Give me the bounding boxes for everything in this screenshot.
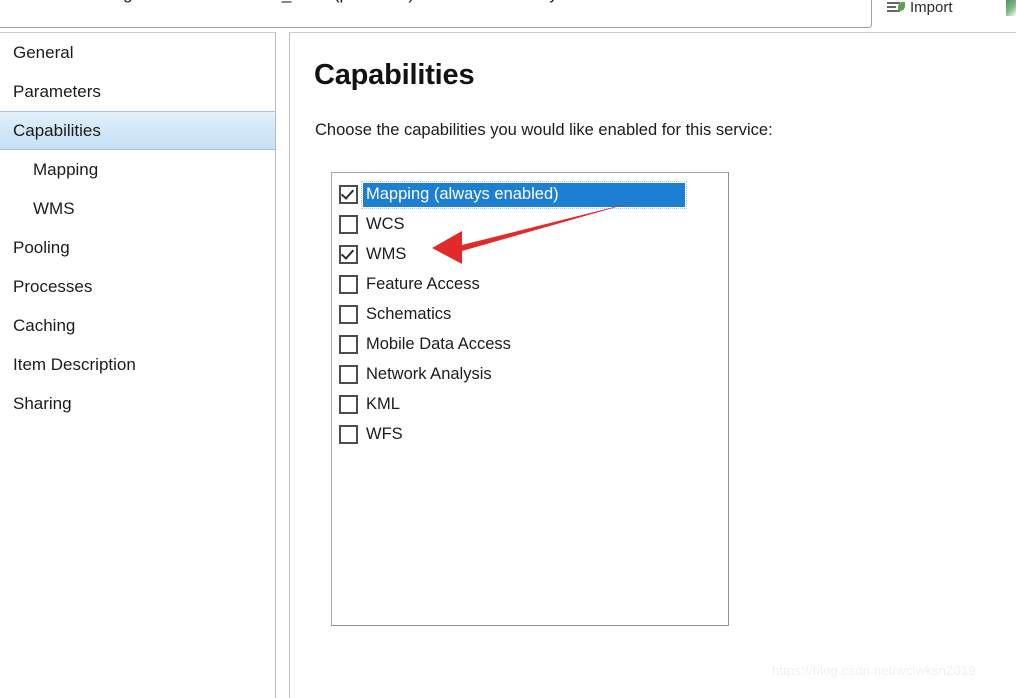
capability-label: WMS [366,244,407,263]
capabilities-list[interactable]: Mapping (always enabled) WCS WMS Feature… [331,172,729,626]
sidebar-item-label: Processes [13,276,93,296]
capability-label: Network Analysis [366,364,492,383]
capability-label: WCS [366,214,405,233]
sidebar-item-parameters[interactable]: Parameters [0,72,275,111]
import-button-label: Import [910,0,953,16]
sidebar-nav: General Parameters Capabilities Mapping … [0,32,276,698]
checkbox-mapping[interactable] [339,184,358,204]
capability-row-mobile-data-access[interactable]: Mobile Data Access [332,329,728,359]
checkbox-wfs[interactable] [339,424,358,444]
checkbox-wms[interactable] [339,244,358,264]
sidebar-item-item-description[interactable]: Item Description [0,345,275,384]
window-body: General Parameters Capabilities Mapping … [0,28,1016,698]
capability-row-kml[interactable]: KML [332,389,728,419]
window-title-bar: Connection: arcgis on 172.16.255.51_6080… [0,0,1016,28]
capability-label: Mapping (always enabled) [361,180,687,209]
sidebar-item-pooling[interactable]: Pooling [0,228,275,267]
sidebar-item-caching[interactable]: Caching [0,306,275,345]
capability-row-network-analysis[interactable]: Network Analysis [332,359,728,389]
sidebar-item-mapping[interactable]: Mapping [0,150,275,189]
sidebar-item-wms[interactable]: WMS [0,189,275,228]
page-instruction-text: Choose the capabilities you would like e… [315,121,773,139]
main-content-pane: Capabilities Choose the capabilities you… [289,32,1016,698]
sidebar-item-label: Mapping [33,159,99,179]
sidebar-item-label: WMS [33,198,75,218]
capability-label: WFS [366,424,403,443]
capability-row-schematics[interactable]: Schematics [332,299,728,329]
checkbox-mobile-data-access[interactable] [339,334,358,354]
sidebar-item-capabilities[interactable]: Capabilities [0,111,275,150]
import-button[interactable]: Import [886,0,953,20]
sidebar-item-sharing[interactable]: Sharing [0,384,275,423]
import-icon [886,0,905,15]
sidebar-item-processes[interactable]: Processes [0,267,275,306]
capability-row-wfs[interactable]: WFS [332,419,728,449]
capability-row-mapping[interactable]: Mapping (always enabled) [332,179,728,209]
checkbox-schematics[interactable] [339,304,358,324]
toolbar-edge-icon [1006,0,1016,16]
window-title: Connection: arcgis on 172.16.255.51_6080… [4,0,864,5]
sidebar-item-label: Capabilities [13,120,101,140]
checkbox-network-analysis[interactable] [339,364,358,384]
capability-label: Schematics [366,304,452,323]
title-tab: Connection: arcgis on 172.16.255.51_6080… [0,0,872,28]
sidebar-item-general[interactable]: General [0,33,275,72]
sidebar-item-label: Parameters [13,81,101,101]
capability-row-feature-access[interactable]: Feature Access [332,269,728,299]
capability-label: KML [366,394,400,413]
sidebar-item-label: General [13,42,74,62]
capability-label: Mobile Data Access [366,334,511,353]
capability-row-wcs[interactable]: WCS [332,209,728,239]
checkbox-wcs[interactable] [339,214,358,234]
sidebar-item-label: Item Description [13,354,136,374]
checkbox-kml[interactable] [339,394,358,414]
checkbox-feature-access[interactable] [339,274,358,294]
page-title: Capabilities [314,59,475,91]
sidebar-item-label: Sharing [13,393,72,413]
capability-label: Feature Access [366,274,480,293]
sidebar-item-label: Pooling [13,237,70,257]
capability-row-wms[interactable]: WMS [332,239,728,269]
sidebar-item-label: Caching [13,315,76,335]
watermark-text: https://blog.csdn.net/wclwksn2019 [772,663,976,678]
